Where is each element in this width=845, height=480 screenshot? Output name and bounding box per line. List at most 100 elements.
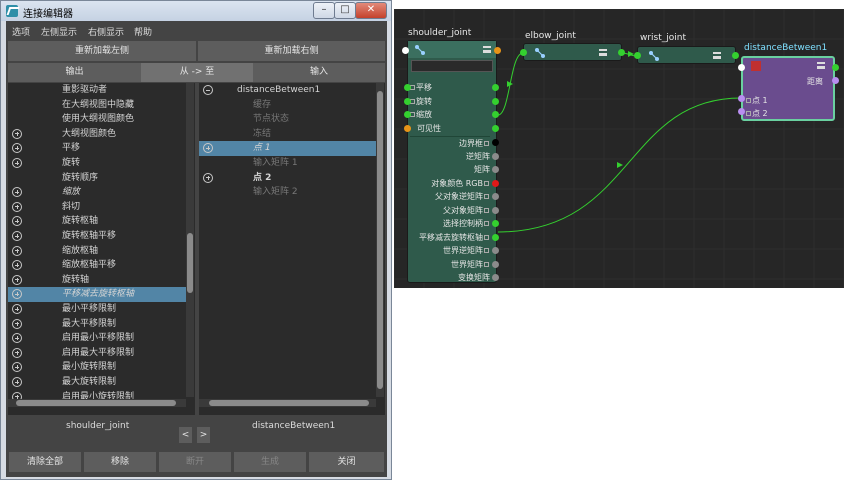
attr-output-port[interactable] [492, 166, 499, 173]
attr-output-port[interactable] [492, 97, 499, 105]
node-menu-icon[interactable] [599, 49, 607, 56]
list-item[interactable]: distanceBetween1 [199, 83, 376, 98]
list-item[interactable]: 点 1 [199, 141, 376, 156]
expand-icon[interactable] [12, 377, 22, 387]
list-item[interactable]: 启用最大平移限制 [8, 346, 189, 361]
distance-output-port[interactable] [832, 64, 839, 71]
close-button[interactable]: 关闭 [309, 452, 384, 472]
list-item[interactable]: 旋转轴 [8, 273, 189, 288]
reload-right-button[interactable]: 重新加载右侧 [198, 41, 385, 61]
distance-between-node[interactable]: 距离 点 1 点 2 [741, 56, 835, 121]
attr-input-port[interactable] [404, 97, 411, 105]
list-item[interactable]: 旋转顺序 [8, 171, 189, 186]
tab-outputs[interactable]: 输出 [8, 63, 141, 82]
scroll-thumb[interactable] [209, 400, 369, 406]
maximize-button[interactable]: □ [334, 2, 356, 19]
shoulder-output-attr[interactable]: 对象颜色 RGB [410, 177, 490, 191]
previous-button[interactable]: < [179, 427, 192, 443]
shoulder-output-port[interactable] [494, 47, 501, 54]
shoulder-input-attr[interactable]: 旋转 [410, 95, 496, 109]
list-item[interactable]: 最大平移限制 [8, 317, 189, 332]
wrist-joint-node[interactable] [637, 46, 736, 64]
menu-right-display[interactable]: 右侧显示 [88, 25, 124, 38]
attr-input-port[interactable] [404, 111, 411, 118]
list-item[interactable]: 最小旋转限制 [8, 360, 189, 375]
list-item[interactable]: 大纲视图颜色 [8, 127, 189, 142]
shoulder-output-attr[interactable]: 世界矩阵 [410, 258, 490, 272]
expand-icon[interactable] [484, 180, 489, 186]
list-item[interactable]: 输入矩阵 2 [199, 185, 376, 200]
shoulder-output-attr[interactable]: 父对象矩阵 [410, 204, 490, 218]
menu-left-display[interactable]: 左侧显示 [41, 25, 77, 38]
list-item[interactable]: 最小平移限制 [8, 302, 189, 317]
attr-output-port[interactable] [492, 139, 499, 146]
point2-port[interactable] [738, 108, 745, 115]
attr-output-port[interactable] [492, 220, 499, 227]
list-item[interactable]: 冻结 [199, 127, 376, 142]
list-item[interactable]: 斜切 [8, 200, 189, 215]
shoulder-output-attr[interactable]: 矩阵 [410, 163, 490, 177]
list-item[interactable]: 平移减去旋转枢轴 [8, 287, 189, 302]
title-bar[interactable]: 连接编辑器 – □ ✕ [1, 1, 391, 21]
list-item[interactable]: 旋转枢轴平移 [8, 229, 189, 244]
expand-icon[interactable] [12, 260, 22, 271]
right-vertical-scrollbar[interactable] [376, 83, 384, 397]
attr-output-port[interactable] [492, 124, 499, 132]
expand-icon[interactable] [12, 347, 22, 358]
node-editor-graph[interactable]: shoulder_joint 平移 旋转 缩放 可见性 边界框 逆矩阵 矩阵 对象颜色 RGB… [394, 9, 844, 288]
expand-icon[interactable] [203, 143, 213, 154]
minimize-button[interactable]: – [313, 2, 335, 19]
attr-input-port[interactable] [404, 124, 411, 132]
expand-icon[interactable] [12, 128, 22, 139]
clear-all-button[interactable]: 清除全部 [9, 452, 81, 472]
list-item[interactable]: 在大纲视图中隐藏 [8, 98, 189, 113]
list-item[interactable]: 点 2 [199, 171, 376, 186]
collapse-icon[interactable] [203, 85, 213, 95]
list-item[interactable]: 节点状态 [199, 112, 376, 127]
attr-output-port[interactable] [492, 247, 499, 254]
shoulder-input-attr[interactable]: 缩放 [410, 108, 496, 122]
next-button[interactable]: > [197, 427, 210, 443]
attr-output-port[interactable] [492, 206, 499, 214]
list-item[interactable]: 旋转枢轴 [8, 214, 189, 229]
expand-icon[interactable] [12, 362, 22, 373]
left-horizontal-scrollbar[interactable] [8, 399, 186, 407]
right-horizontal-scrollbar[interactable] [199, 399, 376, 407]
shoulder-output-attr[interactable]: 世界逆矩阵 [410, 244, 490, 258]
attr-output-port[interactable] [492, 152, 499, 160]
list-item[interactable]: 缩放枢轴 [8, 244, 189, 259]
shoulder-node-field[interactable] [411, 60, 493, 72]
expand-icon[interactable] [12, 143, 22, 154]
shoulder-input-attr[interactable]: 平移 [410, 81, 496, 95]
expand-icon[interactable] [484, 261, 489, 267]
list-item[interactable]: 启用最小平移限制 [8, 331, 189, 346]
elbow-output-port[interactable] [618, 49, 625, 56]
scroll-thumb[interactable] [377, 91, 383, 389]
shoulder-output-attr[interactable]: 父对象逆矩阵 [410, 190, 490, 204]
attr-output-port[interactable] [492, 179, 499, 187]
elbow-joint-node[interactable] [523, 43, 622, 61]
wrist-output-port[interactable] [732, 52, 739, 59]
attr-output-port[interactable] [492, 274, 499, 281]
list-item[interactable]: 旋转 [8, 156, 189, 171]
remove-button[interactable]: 移除 [84, 452, 156, 472]
shoulder-joint-node[interactable]: 平移 旋转 缩放 可见性 边界框 逆矩阵 矩阵 对象颜色 RGB 父对象逆矩阵 父对象矩阵 选择控制… [404, 40, 499, 283]
expand-icon[interactable] [484, 248, 489, 253]
attr-input-port[interactable] [404, 84, 411, 91]
expand-icon[interactable] [484, 194, 489, 199]
attr-output-port[interactable] [492, 233, 499, 241]
expand-icon[interactable] [484, 207, 489, 213]
list-item[interactable]: 缓存 [199, 98, 376, 113]
expand-icon[interactable] [203, 172, 213, 183]
attr-output-port[interactable] [492, 260, 499, 268]
menu-help[interactable]: 帮助 [134, 25, 152, 38]
list-item[interactable]: 平移 [8, 141, 189, 156]
node-menu-icon[interactable] [817, 62, 825, 69]
expand-icon[interactable] [12, 231, 22, 241]
expand-icon[interactable] [12, 274, 22, 285]
list-item[interactable]: 重影驱动者 [8, 83, 189, 98]
point2-attr[interactable]: 点 2 [746, 107, 768, 121]
shoulder-output-attr[interactable]: 平移减去旋转枢轴 [410, 231, 490, 245]
distance-input-port[interactable] [738, 64, 745, 71]
shoulder-input-port[interactable] [402, 47, 409, 54]
